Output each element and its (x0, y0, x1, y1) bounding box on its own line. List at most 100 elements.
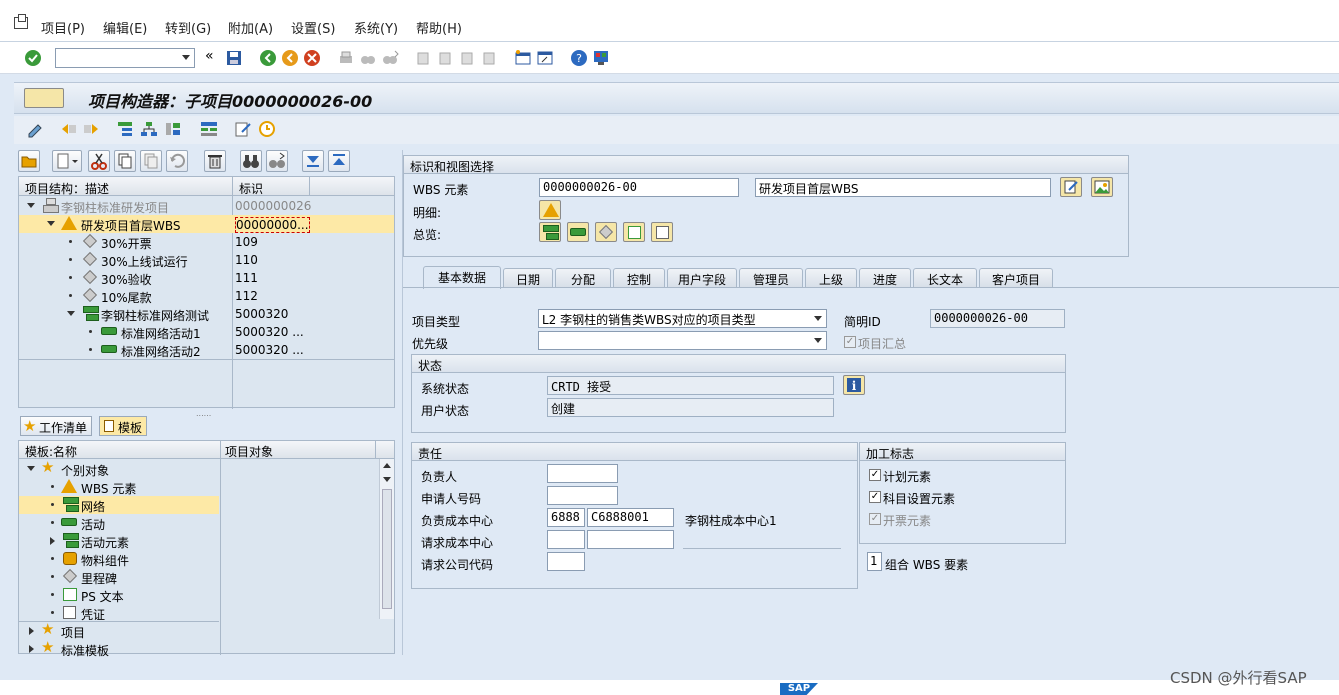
tab-progress[interactable]: 进度 (859, 268, 911, 288)
tree-row[interactable]: 10%尾款 112 (19, 287, 394, 305)
priority-select[interactable] (538, 331, 827, 350)
worklist-tab[interactable]: ★ 工作清单 (20, 416, 93, 436)
structure-icon[interactable] (140, 120, 158, 138)
template-row[interactable]: 里程碑 (19, 568, 379, 586)
responsible-cost-center-input[interactable]: C6888001 (587, 508, 674, 527)
template-row[interactable]: 活动 (19, 514, 379, 532)
tree-row[interactable]: 30%上线试运行 110 (19, 251, 394, 269)
col-header-id[interactable]: 标识 (239, 180, 263, 197)
expand-arrow-icon[interactable] (27, 466, 35, 471)
menu-system[interactable]: 系统(Y) (354, 18, 398, 37)
collapsed-arrow-icon[interactable] (29, 645, 34, 653)
find-button[interactable] (240, 150, 262, 172)
shortcut-icon[interactable] (536, 49, 554, 67)
network-graphic-icon[interactable] (200, 120, 218, 138)
template-row[interactable]: 活动元素 (19, 532, 379, 550)
chevron-down-icon[interactable] (182, 55, 190, 60)
tab-dates[interactable]: 日期 (503, 268, 553, 288)
cancel-icon[interactable] (303, 49, 321, 67)
edit-text-icon[interactable] (234, 120, 252, 138)
template-vertical-scrollbar[interactable] (379, 459, 394, 619)
system-menu-icon[interactable] (14, 14, 28, 29)
menu-extras[interactable]: 附加(A) (228, 18, 273, 37)
tab-superior[interactable]: 上级 (805, 268, 857, 288)
grouping-wbs-input[interactable]: 1 (867, 552, 882, 571)
menu-goto[interactable]: 转到(G) (165, 18, 211, 37)
save-icon[interactable] (225, 49, 243, 67)
col-header-desc[interactable]: 项目结构：描述 (25, 180, 109, 197)
status-info-button[interactable]: i (843, 375, 865, 395)
tab-customer-project[interactable]: 客户项目 (979, 268, 1053, 288)
display-change-icon[interactable] (26, 120, 44, 138)
wbs-element-input[interactable]: 0000000026-00 (539, 178, 739, 197)
tab-user-fields[interactable]: 用户字段 (667, 268, 737, 288)
chevron-down-icon[interactable] (814, 316, 822, 321)
menu-project[interactable]: 项目(P) (41, 18, 85, 37)
overview-icon[interactable] (164, 120, 182, 138)
create-button[interactable] (52, 150, 82, 172)
layout-icon[interactable] (592, 49, 610, 67)
enter-icon[interactable] (24, 49, 42, 67)
tree-row[interactable]: 标准网络活动2 5000320 ... (19, 341, 394, 359)
splitter-handle[interactable]: ...... (196, 409, 211, 418)
menu-help[interactable]: 帮助(H) (416, 18, 462, 37)
templates-tab[interactable]: 模板 (99, 416, 148, 436)
applicant-number-input[interactable] (547, 486, 618, 505)
expand-arrow-icon[interactable] (27, 203, 35, 208)
help-icon[interactable]: ? (570, 49, 588, 67)
wbs-description-input[interactable]: 研发项目首层WBS (755, 178, 1051, 197)
planning-element-checkbox[interactable]: ✓ (869, 469, 881, 481)
collapse-command-icon[interactable]: « (205, 48, 223, 66)
command-field[interactable] (55, 48, 195, 68)
edit-long-text-button[interactable] (1060, 177, 1082, 197)
tree-row[interactable]: 李钢柱标准网络测试 5000320 (19, 305, 394, 323)
overview-network-button[interactable] (539, 222, 561, 242)
overview-ps-text-button[interactable] (623, 222, 645, 242)
undo-button[interactable] (166, 150, 188, 172)
requesting-cost-center-input[interactable] (587, 530, 674, 549)
copy-button[interactable] (114, 150, 136, 172)
template-row[interactable]: ★ 项目 (19, 622, 379, 640)
responsible-cc-area-input[interactable]: 6888 (547, 508, 585, 527)
object-switch-button[interactable] (24, 88, 64, 108)
project-type-select[interactable]: L2 李钢柱的销售类WBS对应的项目类型 (538, 309, 827, 328)
detail-wbs-button[interactable] (539, 200, 561, 220)
expand-arrow-icon[interactable] (67, 311, 75, 316)
template-row[interactable]: WBS 元素 (19, 478, 379, 496)
account-assignment-checkbox[interactable]: ✓ (869, 491, 881, 503)
tree-row[interactable]: 30%验收 111 (19, 269, 394, 287)
find-next-button[interactable] (266, 150, 288, 172)
scroll-down-icon[interactable] (383, 477, 391, 482)
cut-button[interactable] (88, 150, 110, 172)
prev-object-icon[interactable] (60, 120, 78, 138)
hierarchy-icon[interactable] (116, 120, 134, 138)
paste-button[interactable] (140, 150, 162, 172)
overview-document-button[interactable] (651, 222, 673, 242)
menu-settings[interactable]: 设置(S) (291, 18, 335, 37)
tab-assignments[interactable]: 分配 (555, 268, 611, 288)
tab-control[interactable]: 控制 (613, 268, 665, 288)
next-object-icon[interactable] (82, 120, 100, 138)
collapse-button[interactable] (328, 150, 350, 172)
expand-button[interactable] (302, 150, 324, 172)
picture-button[interactable] (1091, 177, 1113, 197)
back-icon[interactable] (259, 49, 277, 67)
collapsed-arrow-icon[interactable] (50, 537, 55, 545)
template-row[interactable]: ★ 个别对象 (19, 460, 379, 478)
tree-row[interactable]: 李钢柱标准研发项目 0000000026 (19, 197, 394, 215)
tab-long-text[interactable]: 长文本 (913, 268, 977, 288)
template-row-selected[interactable]: 网络 (19, 496, 219, 514)
delete-button[interactable] (204, 150, 226, 172)
scheduling-icon[interactable] (258, 120, 276, 138)
col-header-project-object[interactable]: 项目对象 (225, 443, 273, 460)
requesting-cc-area-input[interactable] (547, 530, 585, 549)
template-row[interactable]: 物料组件 (19, 550, 379, 568)
new-session-icon[interactable] (514, 49, 532, 67)
tab-administration[interactable]: 管理员 (739, 268, 803, 288)
overview-activity-button[interactable] (567, 222, 589, 242)
tree-row-selected[interactable]: 研发项目首层WBS 00000000... (19, 215, 394, 233)
requesting-company-code-input[interactable] (547, 552, 585, 571)
collapsed-arrow-icon[interactable] (29, 627, 34, 635)
menu-edit[interactable]: 编辑(E) (103, 18, 147, 37)
overview-milestone-button[interactable] (595, 222, 617, 242)
